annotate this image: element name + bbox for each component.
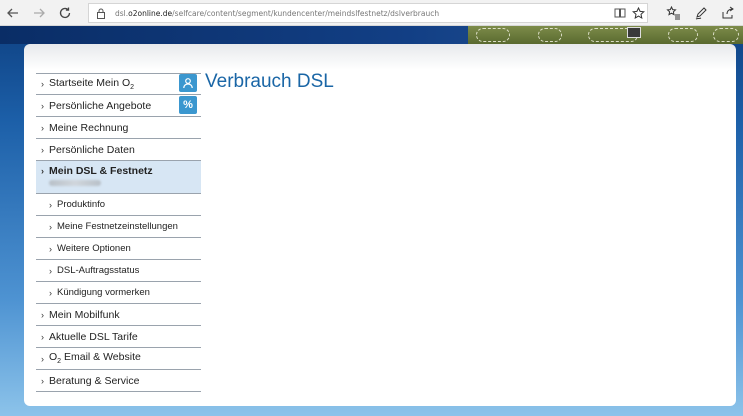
chevron-right-icon: › [41,122,44,133]
sidebar-subitem-produktinfo[interactable]: › Produktinfo [36,194,201,216]
sidebar-item-dsl-festnetz[interactable]: › Mein DSL & Festnetz [36,161,201,194]
sidebar-item-label: Mein Mobilfunk [49,308,120,321]
sidebar-item-rechnung[interactable]: › Meine Rechnung [36,117,201,139]
banner-image [468,26,743,44]
percent-icon[interactable]: % [179,96,197,114]
toolbar-right-icons [660,0,741,26]
sidebar-subitem-festnetzeinstellungen[interactable]: › Meine Festnetzeinstellungen [36,216,201,238]
sidebar-item-startseite[interactable]: › Startseite Mein O2 [36,73,201,95]
address-bar[interactable]: dsl.o2online.de/selfcare/content/segment… [88,3,648,23]
sidebar-item-label: Persönliche Daten [49,143,135,156]
sidebar-item-label: Produktinfo [57,199,106,210]
sidebar-item-label: Mein DSL & Festnetz [49,165,153,177]
chevron-right-icon: › [49,265,52,276]
chevron-right-icon: › [41,309,44,320]
sidebar-item-label: DSL-Auftragsstatus [57,265,140,276]
chevron-right-icon: › [41,166,44,176]
sidebar-item-mobilfunk[interactable]: › Mein Mobilfunk [36,304,201,326]
chevron-right-icon: › [49,221,52,232]
sidebar-item-label: Kündigung vormerken [57,287,150,298]
forward-icon[interactable] [26,0,52,26]
page-title: Verbrauch DSL [205,71,334,92]
sidebar-item-label: O2 Email & Website [49,351,141,366]
url-text[interactable]: dsl.o2online.de/selfcare/content/segment… [115,9,611,18]
chevron-right-icon: › [41,100,44,111]
sidebar-subitem-kuendigung[interactable]: › Kündigung vormerken [36,282,201,304]
favorites-hub-icon[interactable] [660,0,687,26]
sidebar-subitem-weitere-optionen[interactable]: › Weitere Optionen [36,238,201,260]
sidebar-item-label: Beratung & Service [49,374,140,387]
sidebar-item-email-website[interactable]: › O2 Email & Website [36,348,201,370]
favorite-star-icon[interactable] [629,4,647,22]
chevron-right-icon: › [41,144,44,155]
chevron-right-icon: › [49,243,52,254]
sidebar-item-label: Meine Festnetzeinstellungen [57,221,178,232]
sidebar-nav: › Startseite Mein O2 › Persönliche Angeb… [36,73,201,392]
redacted-account-number [49,180,101,186]
web-note-icon[interactable] [687,0,714,26]
chevron-right-icon: › [49,199,52,210]
sidebar-item-label: Weitere Optionen [57,243,131,254]
sidebar-item-angebote[interactable]: › Persönliche Angebote [36,95,201,117]
chevron-right-icon: › [49,287,52,298]
sidebar-item-dsl-tarife[interactable]: › Aktuelle DSL Tarife [36,326,201,348]
chevron-right-icon: › [41,375,44,386]
sidebar-item-daten[interactable]: › Persönliche Daten [36,139,201,161]
banner-photo [627,27,641,38]
chevron-right-icon: › [41,353,44,364]
sidebar-item-label: Persönliche Angebote [49,99,152,112]
chevron-right-icon: › [41,331,44,342]
lock-icon[interactable] [93,5,109,21]
sidebar-subitem-auftragsstatus[interactable]: › DSL-Auftragsstatus [36,260,201,282]
sidebar-item-label: Meine Rechnung [49,121,129,134]
sidebar-item-beratung[interactable]: › Beratung & Service [36,370,201,392]
user-icon[interactable] [179,74,197,92]
back-icon[interactable] [0,0,26,26]
reading-view-icon[interactable] [611,4,629,22]
refresh-icon[interactable] [52,0,78,26]
percent-glyph: % [183,99,193,111]
share-icon[interactable] [714,0,741,26]
chevron-right-icon: › [41,79,44,89]
sidebar-item-label: Startseite Mein O2 [49,76,135,92]
sidebar-item-label: Aktuelle DSL Tarife [49,330,138,343]
